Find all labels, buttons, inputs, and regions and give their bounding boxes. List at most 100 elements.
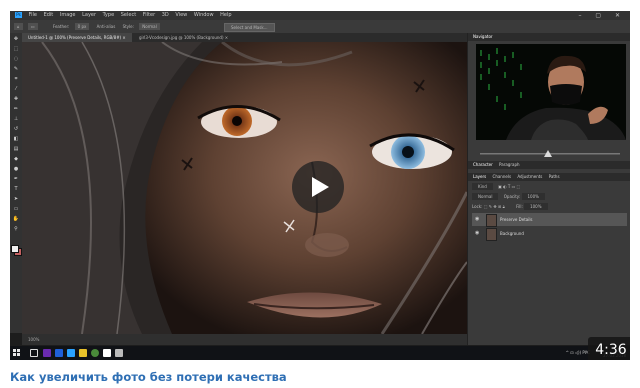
lock-icons[interactable]: ⬚ ✎ ✥ ⊞ 🔒︎ [484,204,505,209]
zoom-tool-icon[interactable]: ⚲ [12,227,20,232]
doc-tab-active[interactable]: Untitled-1 @ 100% (Preserve Details, RGB… [22,33,132,42]
quick-select-icon[interactable]: ✎ [12,67,20,72]
taskbar-app-icon[interactable] [79,349,87,357]
photoshop-logo-icon: Ps [15,11,22,18]
layer-filter-row: Kind ▣ ◐ T ▭ ⬚ [472,183,627,190]
eyedropper-icon[interactable]: ⁄ [12,87,20,92]
menu-edit[interactable]: Edit [44,12,54,18]
document-tabs: Untitled-1 @ 100% (Preserve Details, RGB… [22,33,467,42]
tab-layers[interactable]: Layers [473,174,486,179]
menu-window[interactable]: Window [194,12,214,18]
eraser-tool-icon[interactable]: ◧ [12,137,20,142]
feather-label: Feather: [52,24,70,29]
antialias-label[interactable]: Anti-alias [97,24,116,29]
fill-label: Fill: [516,204,523,209]
taskbar-app-icon[interactable] [43,349,51,357]
layer-filter-icons[interactable]: ▣ ◐ T ▭ ⬚ [498,184,520,189]
tab-navigator[interactable]: Navigator [473,34,493,39]
crop-tool-icon[interactable]: ⌗ [12,77,20,82]
layer-name: Preserve Details [500,217,533,222]
pen-tool-icon[interactable]: ✒ [12,177,20,182]
video-title-link[interactable]: Как увеличить фото без потери качества [10,370,287,384]
doc-tab[interactable]: girl3-Vcodesign.jpg @ 100% (Background) … [133,33,234,42]
navigator-zoom-slider[interactable] [472,143,626,157]
layer-row[interactable]: ◉ Background [472,227,627,241]
menu-help[interactable]: Help [220,12,231,18]
hand-tool-icon[interactable]: ✋ [12,217,20,222]
tab-adjustments[interactable]: Adjustments [517,174,542,179]
menu-filter[interactable]: Filter [143,12,155,18]
select-and-mask-button[interactable]: Select and Mask... [224,23,275,32]
menu-file[interactable]: File [29,12,37,18]
eye-icon[interactable]: ◉ [475,227,479,240]
taskbar-app-icon[interactable] [115,349,123,357]
history-brush-icon[interactable]: ↺ [12,127,20,132]
path-select-icon[interactable]: ➤ [12,197,20,202]
fill-input[interactable]: 100% [524,203,548,210]
feather-input[interactable]: 0 px [74,23,90,30]
shape-tool-icon[interactable]: ▭ [12,207,20,212]
window-controls[interactable]: – ▢ ✕ [578,11,626,20]
menu-view[interactable]: View [175,12,187,18]
zoom-level[interactable]: 100% [28,337,39,342]
menu-bar: Ps File Edit Image Layer Type Select Fil… [10,11,630,20]
layer-thumbnail [486,228,497,241]
menu-layer[interactable]: Layer [82,12,96,18]
blend-mode-select[interactable]: Normal [472,193,499,200]
taskbar-app-icon[interactable] [103,349,111,357]
home-icon[interactable]: ⌂ [14,23,23,30]
video-duration-badge: 4:36 [588,337,630,360]
navigator-panel-header: Navigator [468,33,630,41]
windows-start-icon[interactable] [13,349,21,357]
play-button[interactable] [292,161,344,213]
layer-kind-select[interactable]: Kind [472,183,493,190]
webcam-overlay [476,44,626,140]
menu-3d[interactable]: 3D [162,12,169,18]
right-panels: Navigator Character Paragraph Layers Cha… [467,33,630,345]
style-label: Style: [122,24,134,29]
taskbar-app-icon[interactable] [91,349,99,357]
menu-select[interactable]: Select [121,12,136,18]
webcam-presenter [476,44,626,140]
style-select[interactable]: Normal [139,23,160,30]
brush-tool-icon[interactable]: ✏ [12,107,20,112]
system-tray[interactable]: ^ ⊡ ◁)) РУС [566,346,590,360]
status-bar: 100% [22,334,467,345]
tab-paragraph[interactable]: Paragraph [499,162,520,167]
menu-image[interactable]: Image [60,12,76,18]
taskbar-app-icon[interactable] [55,349,63,357]
opacity-label: Opacity: [503,194,521,199]
dodge-tool-icon[interactable]: ● [12,167,20,172]
gradient-tool-icon[interactable]: ▤ [12,147,20,152]
type-tool-icon[interactable]: T [12,187,20,192]
tools-panel: ✥ ⬚ ◌ ✎ ⌗ ⁄ ✚ ✏ ⊥ ↺ ◧ ▤ ◆ ● ✒ T ➤ ▭ ✋ ⚲ [10,33,22,333]
healing-brush-icon[interactable]: ✚ [12,97,20,102]
layer-lock-row: Lock: ⬚ ✎ ✥ ⊞ 🔒︎ Fill: 100% [472,203,627,210]
layer-thumbnail [486,214,497,227]
lasso-tool-icon[interactable]: ◌ [12,57,20,62]
opacity-input[interactable]: 100% [521,193,545,200]
windows-taskbar: ^ ⊡ ◁)) РУС 13:28 27.03.2018 [10,346,630,360]
portrait-artwork [22,42,467,334]
tab-paths[interactable]: Paths [549,174,560,179]
layer-row[interactable]: ◉ Preserve Details [472,213,627,227]
options-bar: ⌂ ▭ Feather: 0 px Anti-alias Style: Norm… [10,20,630,34]
menu-type[interactable]: Type [103,12,114,18]
move-tool-icon[interactable]: ✥ [12,37,20,42]
tab-channels[interactable]: Channels [493,174,512,179]
task-view-icon[interactable] [30,349,38,357]
layers-panel-header: Layers Channels Adjustments Paths [468,173,630,181]
marquee-tool-icon[interactable]: ⬚ [12,47,20,52]
taskbar-app-icon[interactable] [67,349,75,357]
document-canvas[interactable] [22,42,467,334]
blur-tool-icon[interactable]: ◆ [12,157,20,162]
tab-character[interactable]: Character [473,162,493,167]
eye-icon[interactable]: ◉ [475,213,479,226]
layer-name: Background [500,231,524,236]
video-thumbnail[interactable]: Ps File Edit Image Layer Type Select Fil… [10,11,630,360]
clone-stamp-icon[interactable]: ⊥ [12,117,20,122]
marquee-tool-icon[interactable]: ▭ [27,23,38,30]
foreground-color-swatch[interactable] [11,245,19,253]
layer-blend-row: Normal Opacity: 100% [472,193,627,200]
character-panel-header: Character Paragraph [468,161,630,169]
